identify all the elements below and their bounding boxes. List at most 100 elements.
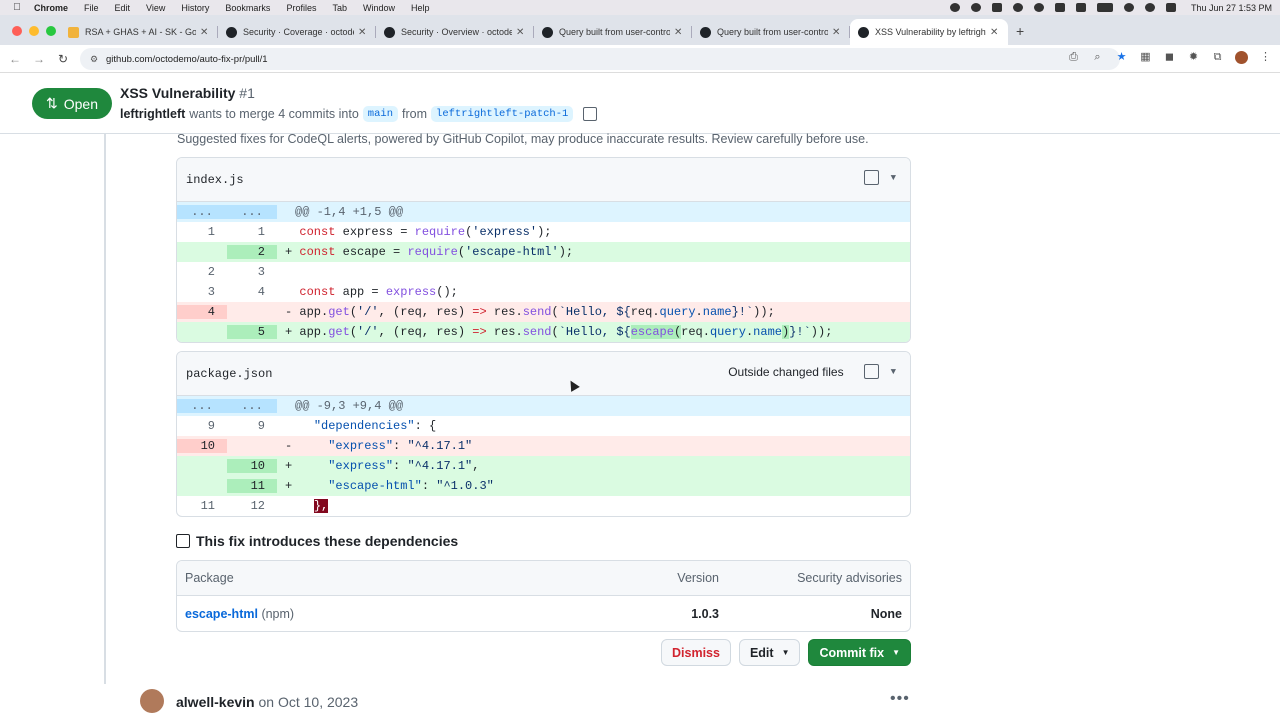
edit-button[interactable]: Edit ▼ (738, 639, 801, 666)
bookmark-star-icon[interactable]: ★ (1115, 51, 1128, 64)
new-tab-icon[interactable]: + (1016, 23, 1024, 39)
status-app-icon[interactable] (949, 3, 960, 12)
expand-dots[interactable]: ... (227, 205, 277, 219)
pr-title-text: XSS Vulnerability (120, 85, 236, 101)
volume-icon[interactable] (1075, 3, 1086, 12)
more-menu-icon[interactable]: ⋮ (1259, 51, 1272, 64)
extension-icon[interactable]: ✹ (1187, 51, 1200, 64)
commit-fix-button[interactable]: Commit fix ▼ (808, 639, 911, 666)
pr-merge-text: wants to merge 4 commits into (189, 107, 359, 121)
file-name[interactable]: index.js (186, 173, 244, 187)
pr-number: #1 (239, 85, 255, 101)
menu-tab[interactable]: Tab (332, 3, 347, 13)
menu-edit[interactable]: Edit (115, 3, 131, 13)
close-icon[interactable]: ✕ (832, 27, 842, 38)
copy-icon[interactable] (863, 364, 879, 379)
extension-icon[interactable]: ◼ (1163, 51, 1176, 64)
edit-label: Edit (749, 645, 774, 660)
browser-tab[interactable]: RSA + GHAS + AI - SK - Goog ✕ (60, 19, 218, 45)
puzzle-icon[interactable]: ⧉ (1211, 51, 1224, 64)
diff-line-added: 5 + app.get('/', (req, res) => res.send(`… (177, 322, 910, 342)
more-options-icon[interactable]: ••• (890, 690, 910, 708)
package-cell: escape-html (npm) (185, 607, 294, 621)
zoom-window-icon[interactable] (46, 26, 56, 36)
timeline-line (104, 134, 106, 684)
menu-history[interactable]: History (181, 3, 209, 13)
mail-icon (68, 26, 79, 38)
pr-state-badge: ⇅ Open (32, 88, 112, 119)
control-center-icon[interactable] (1165, 3, 1176, 12)
reload-icon[interactable]: ↻ (51, 52, 75, 66)
browser-tab[interactable]: Security · Overview · octodem ✕ (376, 19, 534, 45)
menu-file[interactable]: File (84, 3, 99, 13)
extension-icon[interactable]: ▦ (1139, 51, 1152, 64)
status-app-icon[interactable] (991, 3, 1002, 12)
expand-dots[interactable]: ... (177, 399, 227, 413)
new-line-number: 1 (257, 225, 265, 239)
comment-date-link[interactable]: Oct 10, 2023 (278, 694, 358, 710)
file-name[interactable]: package.json (186, 367, 272, 381)
browser-tab-active[interactable]: XSS Vulnerability by leftright ✕ (850, 19, 1008, 45)
browser-tab[interactable]: Security · Coverage · octodem ✕ (218, 19, 376, 45)
code: "dependencies": { (313, 419, 437, 433)
menu-profiles[interactable]: Profiles (286, 3, 316, 13)
moon-icon[interactable] (1033, 3, 1044, 12)
macos-menubar:  Chrome File Edit View History Bookmark… (0, 0, 1280, 15)
dependencies-title: This fix introduces these dependencies (176, 533, 458, 549)
back-icon[interactable]: ← (3, 52, 27, 66)
old-line-number: 9 (207, 419, 215, 433)
dismiss-button[interactable]: Dismiss (661, 639, 731, 666)
menu-bookmarks[interactable]: Bookmarks (225, 3, 270, 13)
close-icon[interactable]: ✕ (516, 27, 526, 38)
pr-author-link[interactable]: leftrightleft (120, 107, 185, 121)
menu-view[interactable]: View (146, 3, 165, 13)
copy-icon[interactable] (583, 107, 598, 121)
close-icon[interactable]: ✕ (358, 27, 368, 38)
hunk-text: @@ -9,3 +9,4 @@ (295, 399, 404, 413)
pull-request-icon: ⇅ (46, 95, 58, 111)
apple-icon[interactable]:  (0, 2, 34, 13)
browser-tab[interactable]: Query built from user-contro ✕ (692, 19, 850, 45)
package-link[interactable]: escape-html (185, 607, 258, 621)
close-icon[interactable]: ✕ (674, 27, 684, 38)
menu-app[interactable]: Chrome (34, 3, 68, 13)
browser-tab[interactable]: Query built from user-contro ✕ (534, 19, 692, 45)
status-app-icon[interactable] (970, 3, 981, 12)
wifi-icon[interactable] (1123, 3, 1134, 12)
search-icon[interactable] (1144, 3, 1155, 12)
forward-icon[interactable]: → (27, 52, 51, 66)
chevron-down-icon[interactable]: ▼ (891, 173, 896, 183)
column-package: Package (185, 571, 234, 585)
comment-author-link[interactable]: alwell-kevin (176, 694, 255, 710)
bluetooth-icon[interactable] (1054, 3, 1065, 12)
profile-avatar[interactable] (1235, 51, 1248, 64)
clock[interactable]: Thu Jun 27 1:53 PM (1191, 3, 1272, 13)
github-icon (700, 26, 711, 38)
diff-line-added: 2 + const escape = require('escape-html')… (177, 242, 910, 262)
close-icon[interactable]: ✕ (200, 27, 210, 38)
expand-dots[interactable]: ... (227, 399, 277, 413)
zoom-icon[interactable]: ⌕ (1091, 51, 1104, 64)
url-text[interactable]: github.com/octodemo/auto-fix-pr/pull/1 (106, 54, 268, 65)
avatar[interactable] (140, 689, 164, 713)
base-branch[interactable]: main (362, 106, 399, 122)
menu-window[interactable]: Window (363, 3, 395, 13)
copy-icon[interactable] (863, 170, 879, 185)
site-info-icon[interactable]: ⚙ (90, 54, 100, 64)
install-icon[interactable]: ⎙ (1067, 51, 1080, 64)
status-app-icon[interactable] (1012, 3, 1023, 12)
diff-file-package-json: package.json Outside changed files ▼ ...… (176, 351, 911, 517)
column-advisories: Security advisories (797, 571, 902, 585)
pr-title: XSS Vulnerability #1 (120, 85, 255, 101)
battery-icon[interactable] (1096, 3, 1113, 12)
diff-line-added: 11 + "escape-html": "^1.0.3" (177, 476, 910, 496)
chevron-down-icon[interactable]: ▼ (891, 367, 896, 377)
expand-dots[interactable]: ... (177, 205, 227, 219)
close-icon[interactable]: ✕ (990, 27, 1000, 38)
close-window-icon[interactable] (12, 26, 22, 36)
head-branch[interactable]: leftrightleft-patch-1 (431, 106, 574, 122)
address-bar[interactable]: ⚙ github.com/octodemo/auto-fix-pr/pull/1 (80, 48, 1120, 70)
window-controls (12, 26, 56, 36)
menu-help[interactable]: Help (411, 3, 430, 13)
minimize-window-icon[interactable] (29, 26, 39, 36)
